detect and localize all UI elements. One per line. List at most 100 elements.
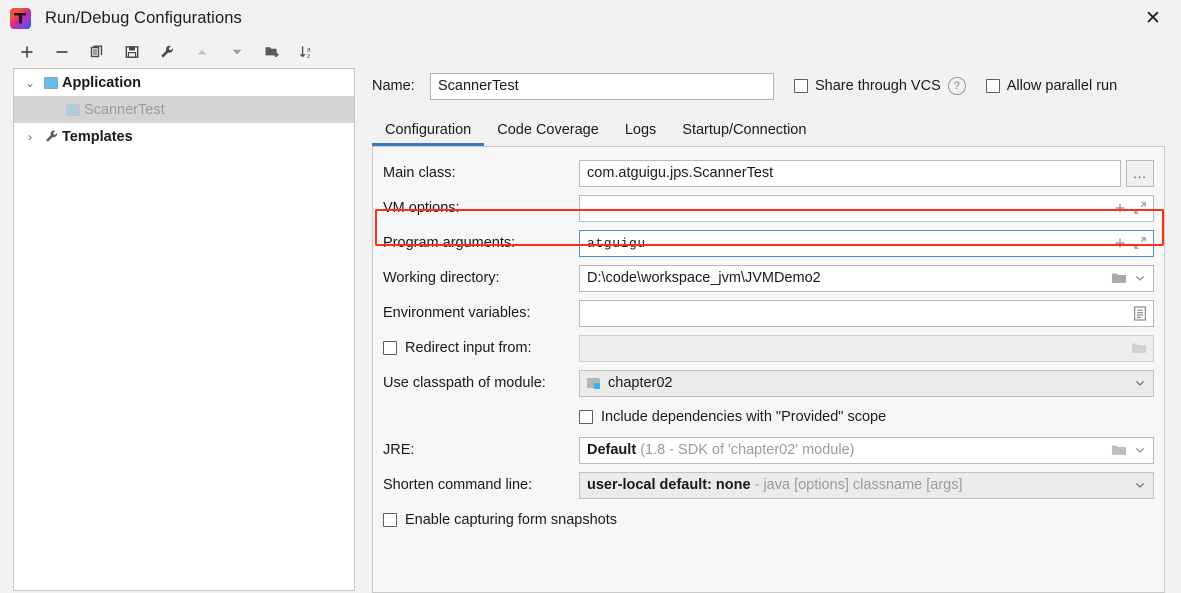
- shorten-command-line-note: - java [options] classname [args]: [754, 477, 963, 493]
- vm-options-input[interactable]: [579, 194, 1154, 222]
- form-snapshots-group[interactable]: Enable capturing form snapshots: [383, 512, 617, 528]
- jre-value-note: (1.8 - SDK of 'chapter02' module): [640, 442, 855, 458]
- main-class-browse-button[interactable]: ...: [1126, 159, 1154, 187]
- vm-options-row: VM options:: [383, 194, 1154, 222]
- expand-icon[interactable]: [1133, 236, 1147, 250]
- environment-variables-input[interactable]: [579, 299, 1154, 327]
- allow-parallel-run-label: Allow parallel run: [1006, 78, 1118, 94]
- redirect-input-checkbox[interactable]: [383, 341, 397, 355]
- title-bar: Run/Debug Configurations ✕: [0, 0, 1181, 36]
- edit-templates-wrench-icon[interactable]: [154, 40, 180, 64]
- redirect-input-label: Redirect input from:: [405, 340, 532, 356]
- redirect-input-field: [579, 334, 1154, 362]
- working-directory-value: D:\code\workspace_jvm\JVMDemo2: [587, 270, 821, 286]
- tree-node-label: Application: [62, 74, 141, 91]
- tree-node-label: Templates: [62, 128, 133, 145]
- move-up-icon[interactable]: [189, 40, 215, 64]
- wrench-icon: [40, 129, 62, 144]
- use-classpath-of-module-row: Use classpath of module: chapter02: [383, 369, 1154, 397]
- folder-icon: [1131, 341, 1147, 355]
- plus-icon[interactable]: [1113, 201, 1127, 215]
- tab-configuration[interactable]: Configuration: [372, 122, 485, 146]
- name-row: Name: ScannerTest Share through VCS ? Al…: [372, 66, 1165, 106]
- jre-label: JRE:: [383, 442, 415, 458]
- vm-options-label: VM options:: [383, 200, 460, 216]
- add-configuration-icon[interactable]: [14, 40, 40, 64]
- tree-node-templates[interactable]: › Templates: [14, 123, 354, 150]
- use-classpath-of-module-dropdown[interactable]: chapter02: [579, 369, 1154, 397]
- tab-startup-connection[interactable]: Startup/Connection: [669, 122, 819, 146]
- jre-dropdown[interactable]: Default (1.8 - SDK of 'chapter02' module…: [579, 436, 1154, 464]
- program-arguments-label: Program arguments:: [383, 235, 516, 251]
- name-input[interactable]: ScannerTest: [430, 72, 774, 100]
- program-arguments-row: Program arguments: atguigu: [383, 229, 1154, 257]
- move-down-icon[interactable]: [224, 40, 250, 64]
- sort-alphabetically-icon[interactable]: a z: [294, 40, 320, 64]
- program-arguments-value: atguigu: [587, 235, 646, 251]
- jre-value: Default: [587, 442, 637, 458]
- save-configuration-icon[interactable]: [119, 40, 145, 64]
- share-through-vcs-checkbox[interactable]: [794, 79, 808, 93]
- folder-icon[interactable]: [1111, 443, 1127, 457]
- include-provided-group[interactable]: Include dependencies with "Provided" sco…: [579, 409, 886, 425]
- chevron-right-icon[interactable]: ›: [20, 130, 40, 144]
- svg-text:z: z: [307, 53, 310, 60]
- main-class-input[interactable]: com.atguigu.jps.ScannerTest: [579, 159, 1121, 187]
- configurations-toolbar: a z: [0, 36, 1181, 68]
- tree-node-scannertest[interactable]: ScannerTest: [14, 96, 354, 123]
- copy-configuration-icon[interactable]: [84, 40, 110, 64]
- name-input-value: ScannerTest: [438, 78, 519, 94]
- new-folder-icon[interactable]: [259, 40, 285, 64]
- shorten-command-line-dropdown[interactable]: user-local default: none - java [options…: [579, 471, 1154, 499]
- environment-variables-label: Environment variables:: [383, 305, 531, 321]
- jre-row: JRE: Default (1.8 - SDK of 'chapter02' m…: [383, 436, 1154, 464]
- environment-variables-row: Environment variables:: [383, 299, 1154, 327]
- chevron-down-icon[interactable]: [1133, 478, 1147, 492]
- application-icon: [40, 76, 62, 89]
- form-snapshots-checkbox[interactable]: [383, 513, 397, 527]
- shorten-command-line-label: Shorten command line:: [383, 477, 533, 493]
- remove-configuration-icon[interactable]: [49, 40, 75, 64]
- main-class-row: Main class: com.atguigu.jps.ScannerTest …: [383, 159, 1154, 187]
- use-classpath-of-module-label: Use classpath of module:: [383, 375, 546, 391]
- chevron-down-icon[interactable]: [1133, 376, 1147, 390]
- form-snapshots-label: Enable capturing form snapshots: [405, 512, 617, 528]
- list-icon[interactable]: [1133, 305, 1147, 321]
- main-class-value: com.atguigu.jps.ScannerTest: [587, 165, 774, 181]
- chevron-down-icon[interactable]: ⌄: [20, 76, 40, 90]
- dialog-body: ⌄ Application ScannerTest › Templates Na…: [0, 66, 1181, 593]
- allow-parallel-run-group[interactable]: Allow parallel run: [985, 78, 1118, 94]
- chevron-down-icon[interactable]: [1133, 271, 1147, 285]
- main-class-label: Main class:: [383, 165, 456, 181]
- close-icon[interactable]: ✕: [1125, 0, 1181, 36]
- folder-icon[interactable]: [1111, 271, 1127, 285]
- window-title: Run/Debug Configurations: [45, 8, 242, 27]
- intellij-idea-logo-icon: [10, 7, 31, 29]
- share-through-vcs-label: Share through VCS: [815, 78, 941, 94]
- help-icon[interactable]: ?: [947, 77, 966, 95]
- program-arguments-input[interactable]: atguigu: [579, 229, 1154, 257]
- configurations-tree: ⌄ Application ScannerTest › Templates: [13, 68, 355, 591]
- tab-logs[interactable]: Logs: [612, 122, 669, 146]
- shorten-command-line-value: user-local default: none: [587, 477, 751, 493]
- configuration-editor: Name: ScannerTest Share through VCS ? Al…: [355, 66, 1181, 593]
- editor-tabs: Configuration Code Coverage Logs Startup…: [372, 112, 1165, 146]
- working-directory-label: Working directory:: [383, 270, 500, 286]
- share-through-vcs-group[interactable]: Share through VCS ?: [794, 77, 966, 95]
- shorten-command-line-value-group: user-local default: none - java [options…: [587, 477, 1127, 493]
- name-label: Name:: [372, 78, 415, 94]
- expand-icon[interactable]: [1133, 201, 1147, 215]
- working-directory-input[interactable]: D:\code\workspace_jvm\JVMDemo2: [579, 264, 1154, 292]
- plus-icon[interactable]: [1113, 236, 1127, 250]
- jre-value-group: Default (1.8 - SDK of 'chapter02' module…: [587, 442, 1105, 458]
- include-provided-checkbox[interactable]: [579, 410, 593, 424]
- tree-node-application[interactable]: ⌄ Application: [14, 69, 354, 96]
- tab-code-coverage[interactable]: Code Coverage: [484, 122, 612, 146]
- tree-node-label: ScannerTest: [84, 101, 165, 118]
- include-provided-label: Include dependencies with "Provided" sco…: [601, 409, 887, 425]
- redirect-input-label-group[interactable]: Redirect input from:: [383, 340, 579, 356]
- form-snapshots-row: Enable capturing form snapshots: [383, 506, 1154, 534]
- include-provided-row: Include dependencies with "Provided" sco…: [383, 404, 1154, 430]
- allow-parallel-run-checkbox[interactable]: [985, 79, 1000, 93]
- chevron-down-icon[interactable]: [1133, 443, 1147, 457]
